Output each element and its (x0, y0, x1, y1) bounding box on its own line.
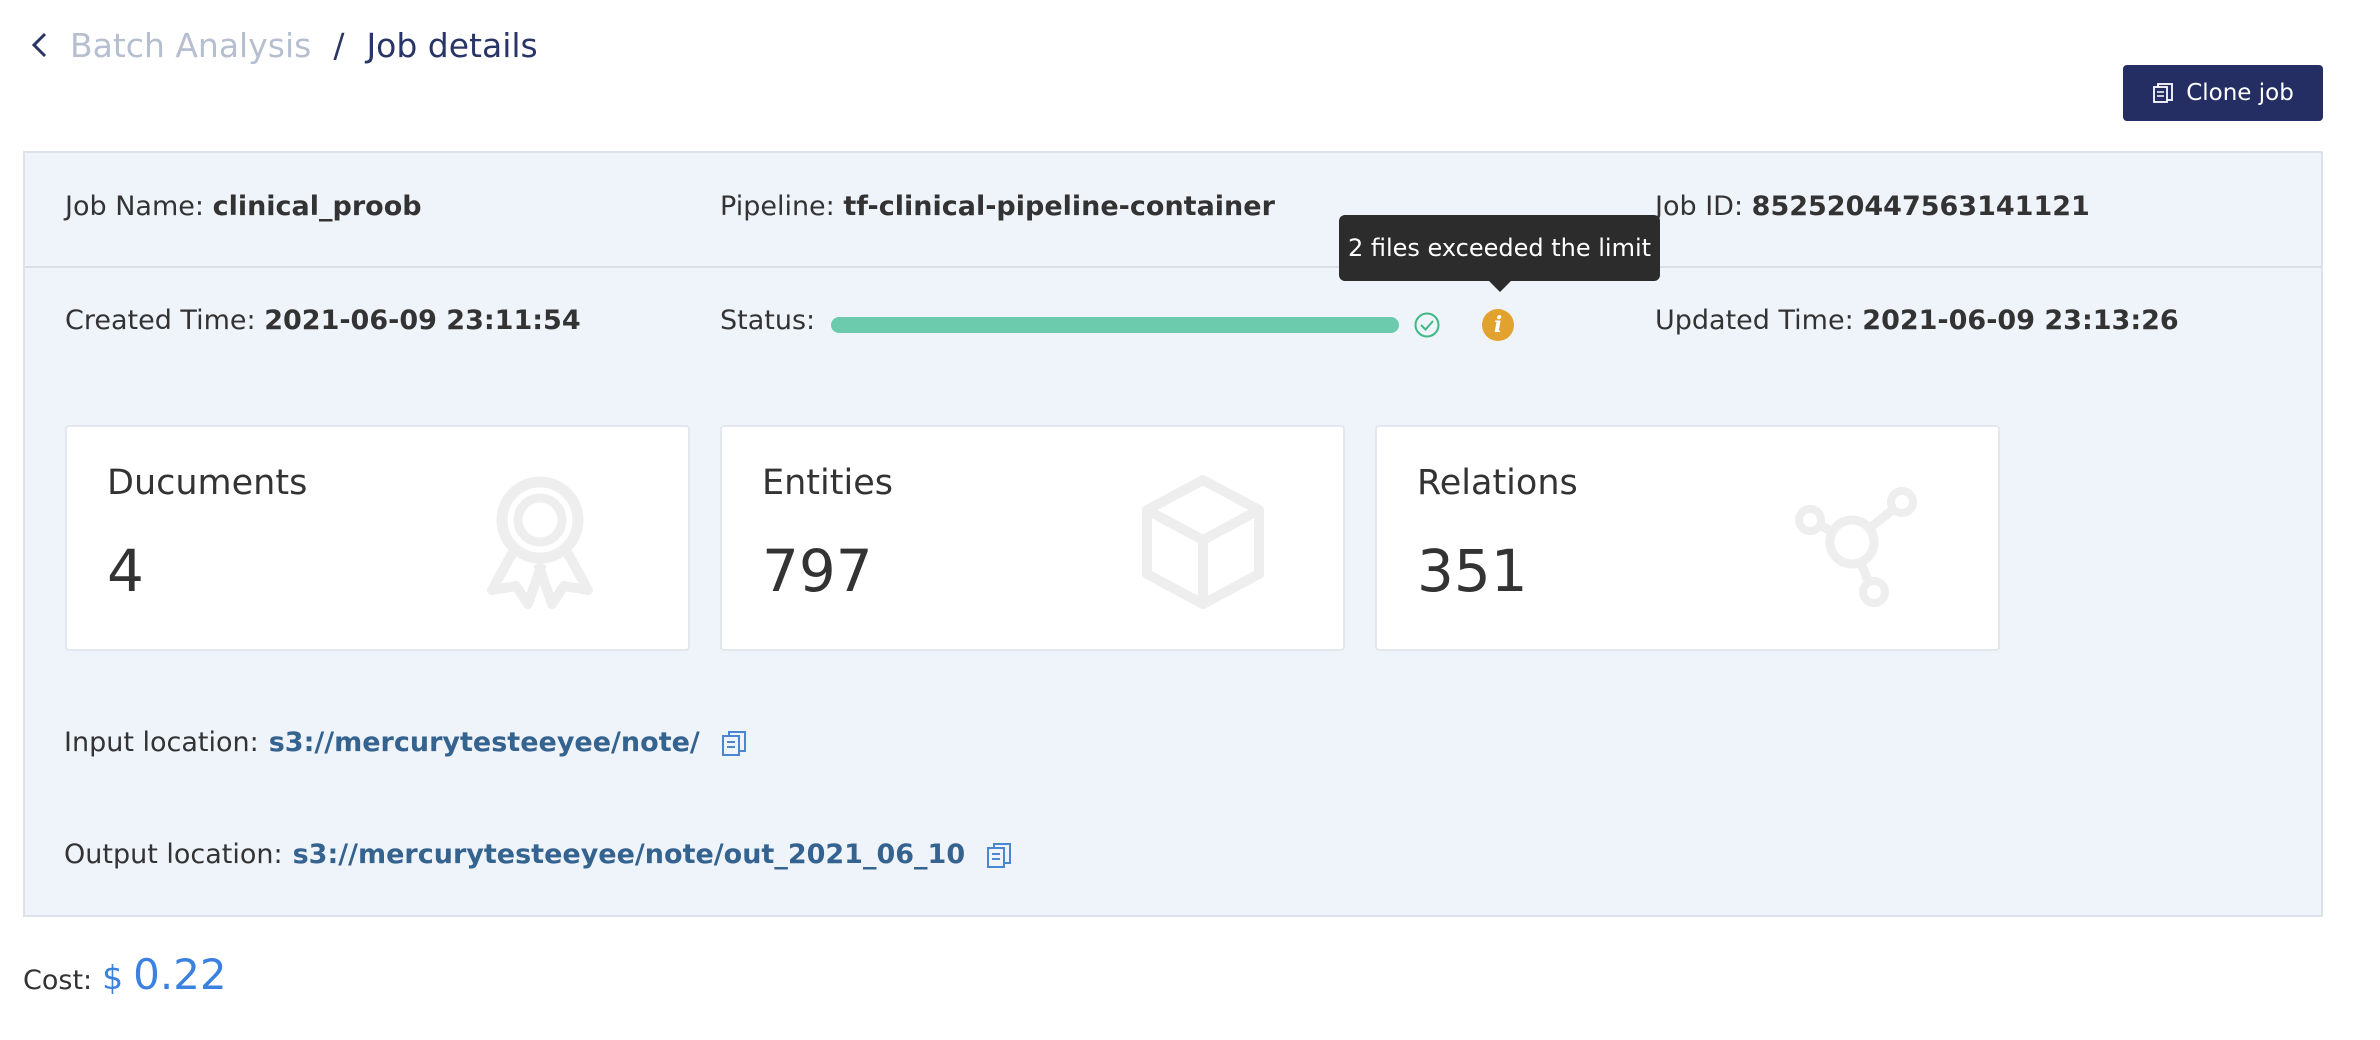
cube-icon (1142, 475, 1264, 609)
info-icon[interactable]: i (1482, 309, 1514, 341)
updated-time-field: Updated Time: 2021-06-09 23:13:26 (1655, 305, 2179, 336)
documents-title: Ducuments (107, 463, 308, 503)
job-id-value: 852520447563141121 (1751, 191, 2090, 222)
pipeline-label: Pipeline: (720, 191, 835, 222)
created-time-label: Created Time: (65, 305, 256, 336)
award-icon (487, 476, 593, 609)
created-time-field: Created Time: 2021-06-09 23:11:54 (65, 305, 581, 336)
cost-value: 0.22 (133, 950, 227, 999)
copy-icon (2153, 83, 2174, 103)
entities-card: Entities 797 (720, 425, 1345, 651)
pipeline-field: Pipeline: tf-clinical-pipeline-container (720, 191, 1275, 222)
job-name-value: clinical_proob (212, 191, 422, 222)
network-icon (1795, 487, 1917, 607)
cost-currency: $ (102, 958, 124, 997)
entities-title: Entities (762, 463, 893, 503)
output-location-label: Output location: (64, 839, 283, 870)
job-id-label: Job ID: (1655, 191, 1744, 222)
cost-label: Cost: (23, 965, 93, 996)
breadcrumb-batch-analysis-link[interactable]: Batch Analysis (70, 26, 311, 65)
input-location-row: Input location: s3://mercurytesteeyee/no… (64, 727, 748, 758)
relations-value: 351 (1417, 537, 1528, 605)
updated-time-value: 2021-06-09 23:13:26 (1862, 305, 2179, 336)
copy-input-location-icon[interactable] (720, 729, 748, 757)
cost-display: Cost: $ 0.22 (23, 950, 227, 999)
clone-job-label: Clone job (2186, 80, 2294, 106)
clone-job-button[interactable]: Clone job (2123, 65, 2323, 121)
breadcrumb: Batch Analysis / Job details (26, 22, 538, 68)
input-location-label: Input location: (64, 727, 259, 758)
entities-value: 797 (762, 537, 873, 605)
breadcrumb-separator: / (333, 25, 345, 65)
updated-time-label: Updated Time: (1655, 305, 1854, 336)
row-divider (25, 266, 2321, 268)
job-details-panel: Job Name: clinical_proob Pipeline: tf-cl… (23, 151, 2323, 917)
created-time-value: 2021-06-09 23:11:54 (264, 305, 581, 336)
documents-value: 4 (107, 537, 144, 605)
check-circle-icon (1414, 312, 1440, 338)
job-name-field: Job Name: clinical_proob (65, 191, 422, 222)
relations-card: Relations 351 (1375, 425, 2000, 651)
status-label: Status: (720, 305, 816, 336)
status-field: Status: (720, 305, 815, 336)
output-location-link[interactable]: s3://mercurytesteeyee/note/out_2021_06_1… (293, 839, 966, 870)
documents-card: Ducuments 4 (65, 425, 690, 651)
limit-tooltip: 2 files exceeded the limit (1339, 215, 1660, 292)
output-location-row: Output location: s3://mercurytesteeyee/n… (64, 839, 1013, 870)
pipeline-value: tf-clinical-pipeline-container (843, 191, 1275, 222)
copy-output-location-icon[interactable] (985, 841, 1013, 869)
status-progress-bar (831, 317, 1399, 333)
job-id-field: Job ID: 852520447563141121 (1655, 191, 2090, 222)
page-title: Job details (366, 25, 538, 65)
relations-title: Relations (1417, 463, 1578, 503)
input-location-link[interactable]: s3://mercurytesteeyee/note/ (269, 727, 700, 758)
job-name-label: Job Name: (65, 191, 204, 222)
chevron-left-icon[interactable] (26, 27, 52, 63)
